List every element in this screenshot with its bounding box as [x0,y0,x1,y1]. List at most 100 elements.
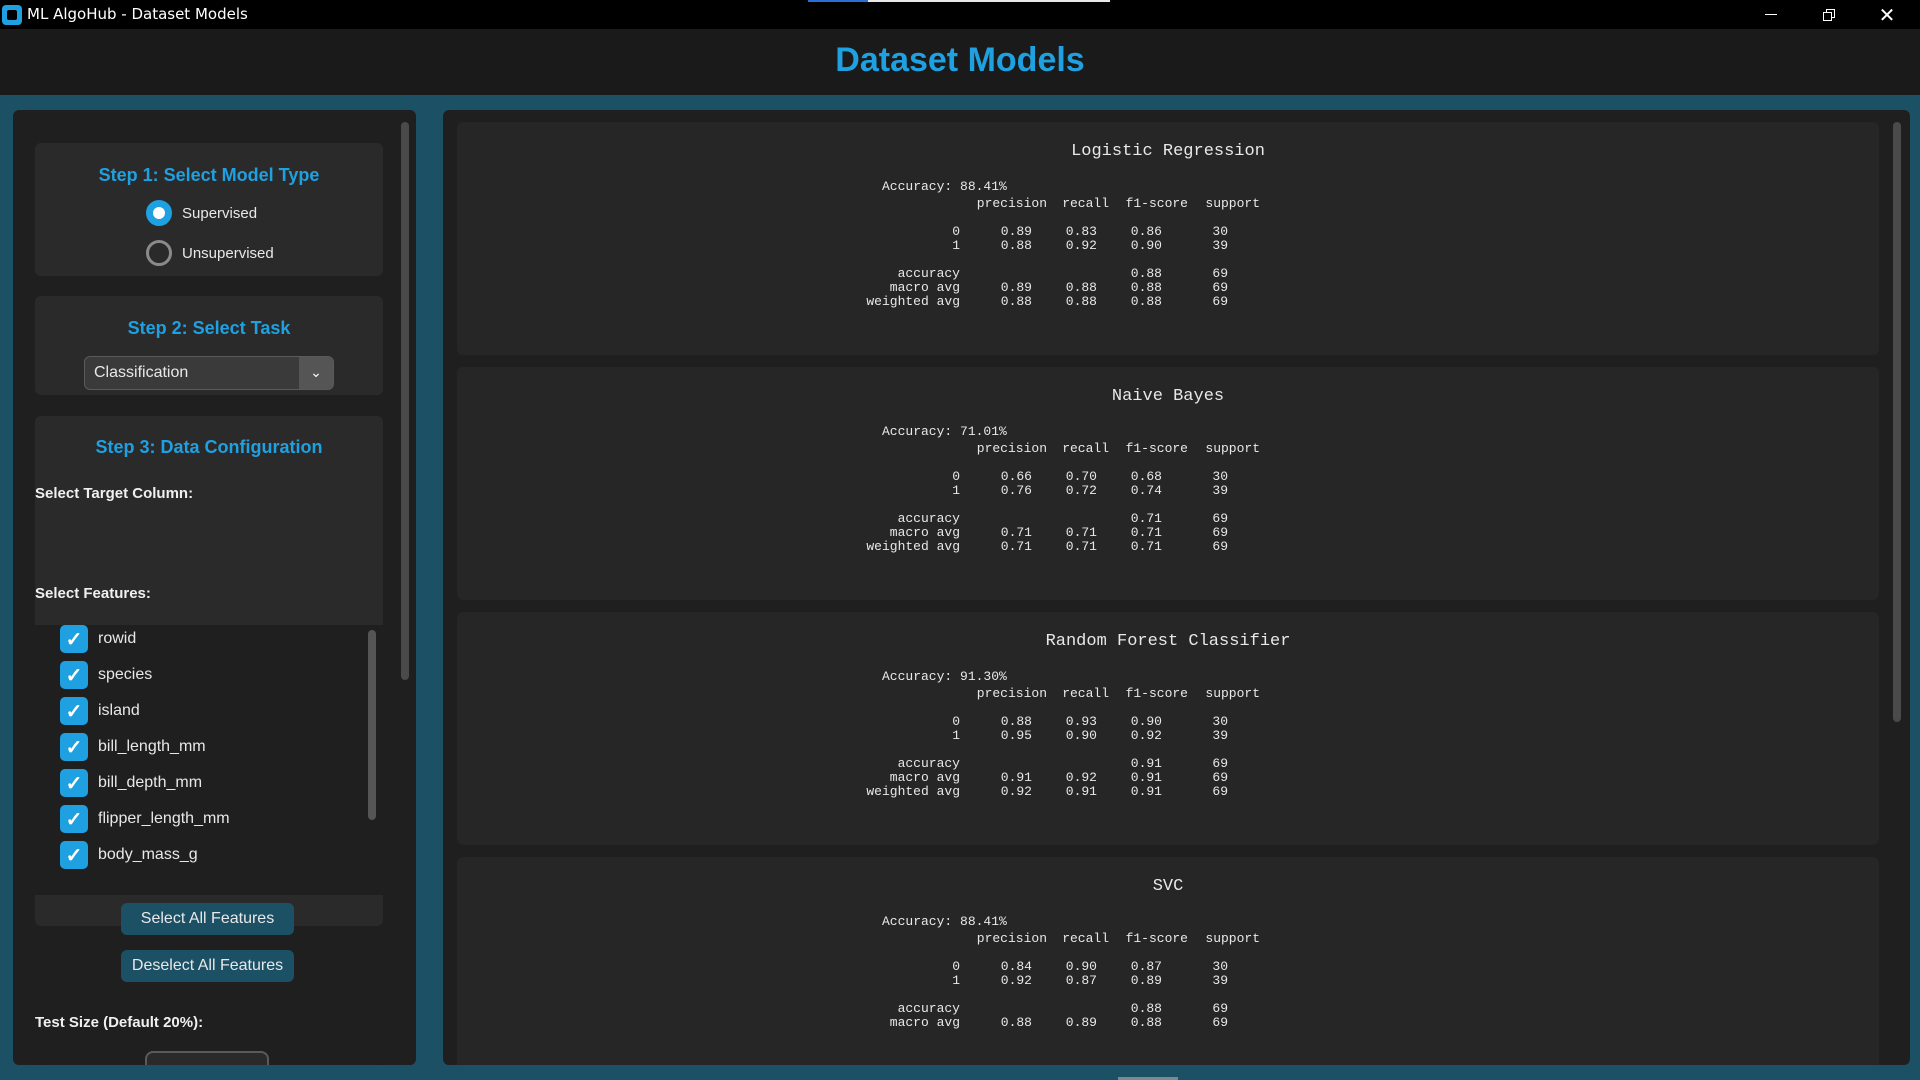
report-class-row: 1 0.88 0.92 0.90 39 [457,237,1879,254]
feature-label: body_mass_g [98,846,198,863]
cell-f1: 0.88 [1130,1015,1162,1030]
restore-button[interactable] [1800,0,1858,29]
cell-support: 39 [1212,483,1228,498]
cell-recall: 0.71 [1065,539,1097,554]
test-size-input[interactable] [145,1051,269,1065]
accuracy-text: Accuracy: 91.30% [882,669,1007,684]
header-recall: recall [1062,931,1109,946]
report-header-row: precision recall f1-score support [457,195,1879,212]
accuracy-line: Accuracy: 71.01% [457,423,1879,440]
report-header-row: precision recall f1-score support [457,930,1879,947]
cell-support: 39 [1212,973,1228,988]
report-class-row: 1 0.92 0.87 0.89 39 [457,972,1879,989]
radio-unsupervised[interactable]: Unsupervised [146,240,274,266]
chevron-down-icon[interactable]: ⌄ [299,357,333,389]
model-report-card: SVC Accuracy: 88.41% precision recall f1-sco… [457,857,1879,1065]
cell-precision: 0.88 [1000,294,1032,309]
cell-precision: 0.71 [1000,539,1032,554]
cell-f1: 0.88 [1130,294,1162,309]
cell-precision: 0.88 [1000,1015,1032,1030]
features-scrollbar[interactable] [368,630,376,820]
model-report-card: Naive Bayes Accuracy: 71.01% precision reca… [457,367,1879,600]
row-label: macro avg [889,1015,960,1030]
cell-precision: 0.92 [1000,973,1032,988]
target-column-label: Select Target Column: [35,485,194,502]
page-title: Dataset Models [835,41,1085,79]
model-report-card: Logistic Regression Accuracy: 88.41% preci… [457,122,1879,355]
accuracy-line: Accuracy: 88.41% [457,178,1879,195]
header-support: support [1205,441,1260,456]
features-label: Select Features: [35,585,151,602]
cell-f1: 0.91 [1130,784,1162,799]
feature-checkbox-body-mass[interactable]: ✓ body_mass_g [60,841,198,869]
checkmark-icon: ✓ [60,625,88,653]
feature-checkbox-rowid[interactable]: ✓ rowid [60,625,136,653]
cell-f1: 0.92 [1130,728,1162,743]
model-name: Naive Bayes [1111,387,1225,406]
step2-title: Step 2: Select Task [127,318,291,338]
header-f1: f1-score [1125,931,1188,946]
cell-f1: 0.90 [1130,238,1162,253]
window-title: ML AlgoHub - Dataset Models [27,5,248,23]
step3-title: Step 3: Data Configuration [95,437,323,457]
task-dropdown[interactable]: Classification ⌄ [84,356,334,390]
step1-card: Step 1: Select Model Type Supervised Uns… [35,143,383,276]
report-summary-row: macro avg 0.88 0.89 0.88 69 [457,1014,1879,1031]
report-header-row: precision recall f1-score support [457,685,1879,702]
minimize-icon [1765,14,1777,15]
close-button[interactable]: ✕ [1858,0,1916,29]
features-list: ✓ rowid ✓ species ✓ island ✓ bill_length… [35,625,383,895]
cell-recall: 0.92 [1065,238,1097,253]
report-summary-row: weighted avg 0.71 0.71 0.71 69 [457,538,1879,555]
cell-support: 39 [1212,238,1228,253]
report-header-row: precision recall f1-score support [457,440,1879,457]
radio-unselected-icon [146,240,172,266]
header-precision: precision [976,686,1047,701]
row-label: 1 [952,483,960,498]
task-dropdown-value: Classification [94,364,189,381]
sidebar-scrollbar[interactable] [401,122,409,680]
checkmark-icon: ✓ [60,661,88,689]
row-label: weighted avg [866,784,960,799]
page-header: Dataset Models [0,29,1920,95]
accuracy-line: Accuracy: 91.30% [457,668,1879,685]
app-icon [2,5,22,25]
accuracy-text: Accuracy: 71.01% [882,424,1007,439]
step2-card: Step 2: Select Task Classification ⌄ [35,296,383,395]
feature-checkbox-island[interactable]: ✓ island [60,697,140,725]
header-f1: f1-score [1125,441,1188,456]
header-precision: precision [976,931,1047,946]
test-size-label: Test Size (Default 20%): [35,1014,204,1031]
reports-panel: Logistic Regression Accuracy: 88.41% preci… [443,110,1910,1065]
cell-precision: 0.92 [1000,784,1032,799]
restore-icon [1823,8,1835,21]
row-label: 1 [952,728,960,743]
close-icon: ✕ [1878,2,1896,27]
app-window: ML AlgoHub - Dataset Models ✕ Dataset Mo… [0,0,1920,1080]
feature-label: bill_depth_mm [98,774,203,791]
checkmark-icon: ✓ [60,769,88,797]
cell-recall: 0.90 [1065,728,1097,743]
cell-support: 69 [1212,539,1228,554]
feature-checkbox-species[interactable]: ✓ species [60,661,152,689]
select-all-features-button[interactable]: Select All Features [121,903,294,935]
minimize-button[interactable] [1742,0,1800,29]
deselect-all-features-button[interactable]: Deselect All Features [121,950,294,982]
report-summary-row: weighted avg 0.92 0.91 0.91 69 [457,783,1879,800]
cell-recall: 0.91 [1065,784,1097,799]
feature-checkbox-bill-length[interactable]: ✓ bill_length_mm [60,733,206,761]
cell-recall: 0.72 [1065,483,1097,498]
feature-checkbox-flipper-length[interactable]: ✓ flipper_length_mm [60,805,230,833]
config-sidebar: Step 1: Select Model Type Supervised Uns… [13,110,416,1065]
cell-precision: 0.76 [1000,483,1032,498]
reports-scrollbar[interactable] [1893,122,1901,722]
feature-label: flipper_length_mm [98,810,230,827]
cell-recall: 0.89 [1065,1015,1097,1030]
loading-progress-bar [808,0,1110,2]
feature-checkbox-bill-depth[interactable]: ✓ bill_depth_mm [60,769,202,797]
report-class-row: 1 0.95 0.90 0.92 39 [457,727,1879,744]
radio-supervised[interactable]: Supervised [146,200,257,226]
cell-recall: 0.88 [1065,294,1097,309]
header-recall: recall [1062,686,1109,701]
feature-label: island [98,702,140,719]
